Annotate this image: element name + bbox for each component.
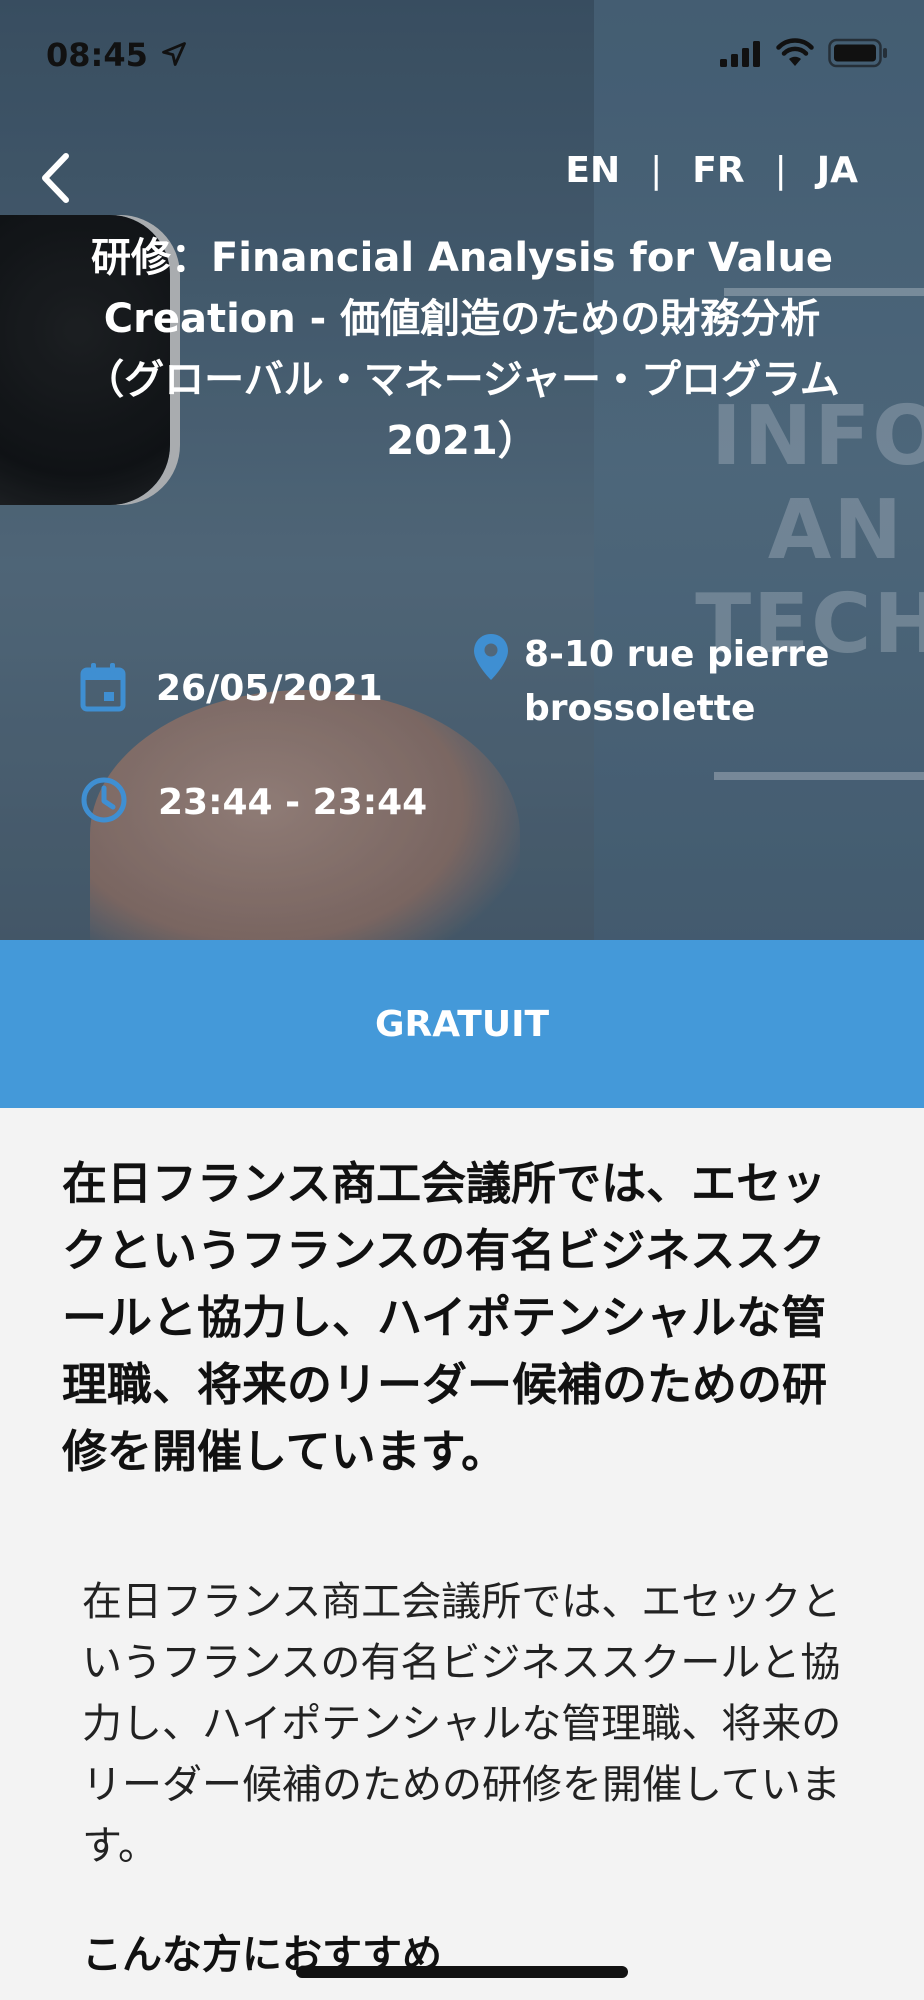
signal-icon <box>720 41 760 67</box>
language-ja[interactable]: JA <box>817 150 858 191</box>
clock-icon <box>81 777 127 823</box>
event-location: 8-10 rue pierre brossolette <box>524 634 830 729</box>
status-indicators <box>718 38 888 68</box>
event-date-row: 26/05/2021 <box>80 662 383 716</box>
event-lead: 在日フランス商工会議所では、エセックというフランスの有名ビジネススクールと協力し… <box>62 1157 828 1478</box>
price-label: GRATUIT <box>374 1003 550 1045</box>
price-banner: GRATUIT <box>0 940 924 1108</box>
wifi-icon <box>776 38 814 66</box>
status-time: 08:45 <box>46 36 148 74</box>
language-en[interactable]: EN <box>565 150 620 191</box>
location-arrow-icon <box>162 42 186 66</box>
map-pin-icon <box>474 634 508 680</box>
event-description: 在日フランス商工会議所では、エセックというフランスの有名ビジネススクールと協力し… <box>82 1579 842 1869</box>
language-switcher: EN | FR | JA <box>565 150 858 191</box>
event-time-row: 23:44 - 23:44 <box>80 776 427 830</box>
event-location-row[interactable]: 8-10 rue pierre brossolette <box>472 628 872 736</box>
home-indicator[interactable] <box>296 1966 628 1978</box>
language-separator: | <box>650 150 663 191</box>
event-date: 26/05/2021 <box>156 668 383 709</box>
battery-icon <box>828 38 887 68</box>
language-fr[interactable]: FR <box>692 150 744 191</box>
event-time: 23:44 - 23:44 <box>158 782 428 823</box>
calendar-icon <box>80 663 126 712</box>
chevron-left-icon <box>42 153 69 203</box>
language-separator: | <box>774 150 787 191</box>
event-title: 研修：Financial Analysis for Value Creation… <box>84 235 840 464</box>
back-button[interactable] <box>30 148 80 208</box>
